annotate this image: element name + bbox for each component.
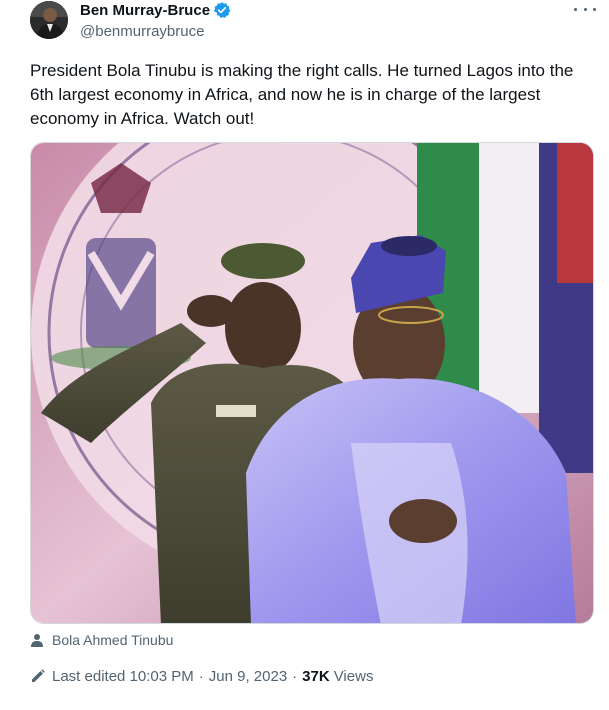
tagged-person-name[interactable]: Bola Ahmed Tinubu xyxy=(52,632,173,648)
meta-separator: · xyxy=(292,667,298,685)
tweet-photo[interactable] xyxy=(30,142,594,624)
name-row: Ben Murray-Bruce xyxy=(80,0,231,20)
avatar[interactable] xyxy=(30,1,68,39)
display-name[interactable]: Ben Murray-Bruce xyxy=(80,2,210,19)
tweet-meta: Last edited 10:03 PM · Jun 9, 2023 · 37K… xyxy=(30,666,373,686)
pencil-icon xyxy=(32,669,45,682)
views-label: Views xyxy=(333,667,374,685)
author-block: Ben Murray-Bruce @benmurraybruce xyxy=(80,0,231,42)
edited-timestamp-link[interactable]: Last edited 10:03 PM xyxy=(52,668,194,685)
tweet-date[interactable]: Jun 9, 2023 xyxy=(209,668,287,685)
views-count[interactable]: 37K xyxy=(302,668,330,685)
more-horizontal-icon[interactable] xyxy=(574,2,596,16)
tagged-person-row[interactable]: Bola Ahmed Tinubu xyxy=(30,630,173,650)
handle[interactable]: @benmurraybruce xyxy=(80,22,231,42)
verified-badge-icon[interactable] xyxy=(213,1,231,19)
person-icon xyxy=(31,634,43,647)
tweet-text: President Bola Tinubu is making the righ… xyxy=(30,61,574,128)
meta-separator: · xyxy=(198,667,204,685)
tweet-card[interactable]: Ben Murray-Bruce @benmurraybruce Preside… xyxy=(0,0,609,710)
